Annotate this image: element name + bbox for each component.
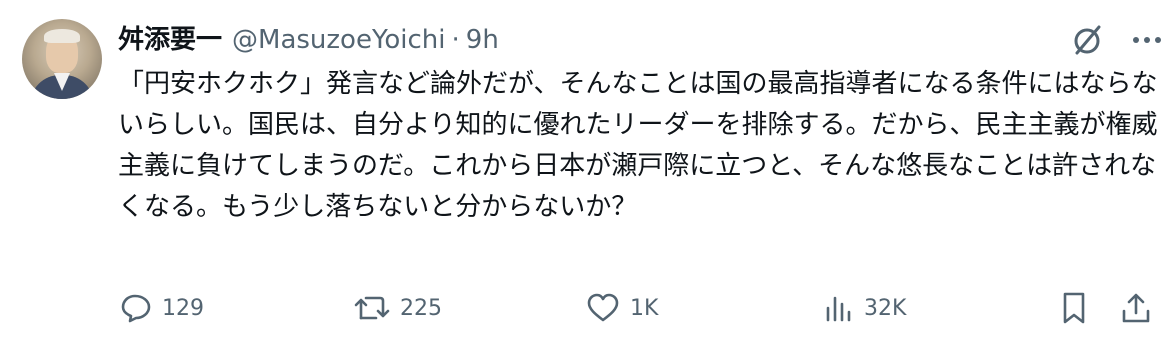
like-button[interactable]: 1K — [586, 288, 658, 328]
reply-count: 129 — [162, 295, 204, 321]
repost-count: 225 — [400, 295, 442, 321]
views-button[interactable]: 32K — [824, 288, 906, 328]
tweet-header: 舛添要一 @MasuzoeYoichi · 9h — [118, 22, 499, 58]
speech-bubble-icon — [120, 292, 152, 324]
more-horizontal-icon[interactable] — [1132, 35, 1162, 45]
tweet-card[interactable]: 舛添要一 @MasuzoeYoichi · 9h 「円安ホクホク」発言など論外だ… — [0, 0, 1176, 343]
action-bar: 129 225 1K 32K — [118, 288, 1158, 328]
tweet-text: 「円安ホクホク」発言など論外だが、そんなことは国の最高指導者になる条件にはならな… — [118, 69, 1158, 222]
bar-chart-icon — [824, 292, 854, 324]
bookmark-button[interactable] — [1060, 288, 1088, 328]
reply-button[interactable]: 129 — [120, 288, 204, 328]
author-name[interactable]: 舛添要一 — [118, 22, 222, 58]
repost-button[interactable]: 225 — [354, 288, 442, 328]
like-count: 1K — [630, 295, 659, 321]
view-count: 32K — [864, 295, 907, 321]
top-right-controls — [1068, 22, 1162, 58]
share-button[interactable] — [1120, 288, 1152, 328]
grok-slash-icon[interactable] — [1068, 21, 1106, 59]
share-upload-icon — [1120, 291, 1152, 325]
avatar-hair — [44, 29, 80, 43]
heart-icon — [586, 292, 620, 324]
bookmark-icon — [1060, 291, 1088, 325]
repost-arrows-icon — [354, 292, 390, 324]
avatar[interactable] — [22, 19, 102, 99]
post-time[interactable]: 9h — [466, 22, 499, 58]
separator-dot: · — [451, 25, 460, 55]
author-handle[interactable]: @MasuzoeYoichi — [232, 22, 446, 58]
